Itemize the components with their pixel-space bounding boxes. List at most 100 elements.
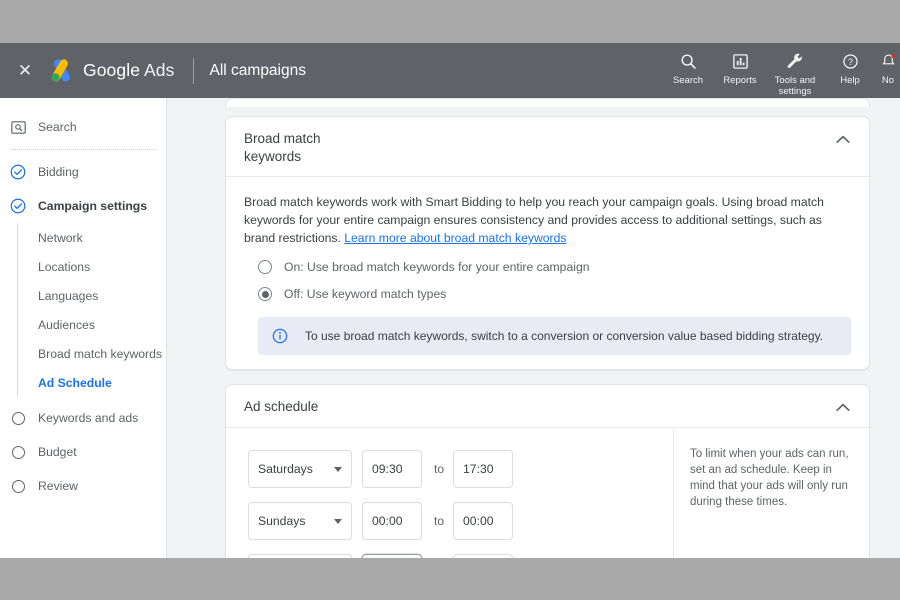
sidebar-subnav: Network Locations Languages Audiences Br…	[17, 223, 166, 397]
sidebar-keywords-and-ads-label: Keywords and ads	[38, 411, 139, 425]
sidebar-item-bidding[interactable]: Bidding	[0, 155, 166, 189]
day-select-sundays[interactable]: Sundays	[248, 502, 352, 540]
broad-match-keywords-card: Broad match keywords Broad match keyword…	[225, 116, 870, 370]
broad-match-card-body: Broad match keywords work with Smart Bid…	[226, 177, 869, 369]
chevron-down-icon	[334, 518, 342, 524]
broad-match-option-on-label: On: Use broad match keywords for your en…	[284, 260, 590, 274]
day-select-saturdays[interactable]: Saturdays	[248, 450, 352, 488]
ad-schedule-help-panel: To limit when your ads can run, set an a…	[673, 428, 869, 558]
ad-schedule-row: Saturdays 09:30 to 17:30	[248, 450, 673, 488]
sidebar-item-languages[interactable]: Languages	[18, 281, 166, 310]
page-title: All campaigns	[209, 61, 307, 79]
tools-and-settings-action[interactable]: Tools and settings	[766, 50, 824, 97]
google-ads-logo-icon	[48, 58, 74, 83]
notifications-bell-icon	[880, 50, 897, 72]
end-time-input-sundays[interactable]: 00:00	[453, 502, 514, 540]
empty-circle-icon	[7, 475, 29, 497]
broad-match-notice-text: To use broad match keywords, switch to a…	[305, 329, 824, 343]
brand-ads: Ads	[144, 60, 175, 80]
svg-text:?: ?	[848, 57, 853, 67]
search-action-label: Search	[672, 75, 704, 86]
radio-selected-icon	[258, 287, 272, 301]
sidebar-bidding-label: Bidding	[38, 165, 79, 179]
broad-match-card-header: Broad match keywords	[226, 117, 869, 177]
wrench-icon	[786, 50, 804, 72]
sidebar-item-review[interactable]: Review	[0, 469, 166, 503]
notifications-action[interactable]: No	[876, 50, 900, 86]
sidebar-item-locations[interactable]: Locations	[18, 252, 166, 281]
ad-schedule-row: Sundays 00:00 to 00:00	[248, 502, 673, 540]
info-circle-icon	[272, 328, 288, 344]
sidebar-item-network[interactable]: Network	[18, 223, 166, 252]
help-action-label: Help	[840, 75, 860, 86]
notifications-action-label: No	[881, 75, 895, 86]
sidebar-item-campaign-settings[interactable]: Campaign settings	[0, 189, 166, 223]
sidebar-locations-label: Locations	[38, 259, 91, 274]
sidebar-item-search[interactable]: Search	[0, 110, 166, 144]
check-circle-icon	[7, 161, 29, 183]
sidebar-broad-match-keywords-label: Broad match keywords	[38, 346, 162, 361]
broad-match-notice: To use broad match keywords, switch to a…	[258, 317, 851, 355]
broad-match-card-title: Broad match keywords	[244, 131, 321, 164]
broad-match-option-on[interactable]: On: Use broad match keywords for your en…	[244, 260, 851, 274]
ad-schedule-card: Ad schedule Saturdays 09:30 to 17:30 Sun…	[225, 384, 870, 558]
end-time-input-saturdays[interactable]: 17:30	[453, 450, 514, 488]
screenshot-viewport: ✕ Google Ads All campaigns Search Report…	[0, 0, 900, 600]
sidebar-dotted-divider	[12, 149, 156, 150]
sidebar-network-label: Network	[38, 230, 83, 245]
sidebar-budget-label: Budget	[38, 445, 77, 459]
empty-circle-icon	[7, 407, 29, 429]
radio-unselected-icon	[258, 260, 272, 274]
setup-sidebar: Search Bidding Campaign settings Network…	[0, 98, 167, 558]
google-ads-app: ✕ Google Ads All campaigns Search Report…	[0, 43, 900, 558]
chevron-down-icon	[334, 466, 342, 472]
brand-wordmark: Google Ads	[83, 60, 175, 81]
sidebar-search-label: Search	[38, 120, 77, 134]
start-time-input-sundays[interactable]: 00:00	[362, 502, 422, 540]
header-divider	[192, 57, 194, 84]
help-question-icon: ?	[842, 50, 859, 72]
day-select-value: Sundays	[258, 514, 306, 528]
sidebar-languages-label: Languages	[38, 288, 99, 303]
day-select-value: Saturdays	[258, 462, 313, 476]
app-body: Search Bidding Campaign settings Network…	[0, 98, 900, 558]
sidebar-audiences-label: Audiences	[38, 317, 95, 332]
previous-card-edge	[225, 98, 870, 107]
sidebar-item-ad-schedule[interactable]: Ad Schedule	[18, 368, 166, 397]
broad-match-description: Broad match keywords work with Smart Bid…	[244, 193, 844, 247]
reports-action-label: Reports	[723, 75, 757, 86]
ad-schedule-rows: Saturdays 09:30 to 17:30 Sundays 00:00 t…	[226, 428, 673, 558]
help-action[interactable]: ? Help	[824, 50, 876, 86]
search-action[interactable]: Search	[662, 50, 714, 86]
ad-schedule-body: Saturdays 09:30 to 17:30 Sundays 00:00 t…	[226, 428, 869, 558]
ad-schedule-card-title: Ad schedule	[244, 399, 319, 414]
learn-more-link[interactable]: Learn more about broad match keywords	[344, 231, 566, 245]
sidebar-review-label: Review	[38, 479, 78, 493]
close-button[interactable]: ✕	[8, 54, 42, 88]
broad-match-option-off[interactable]: Off: Use keyword match types	[244, 287, 851, 301]
app-header: ✕ Google Ads All campaigns Search Report…	[0, 43, 900, 98]
sidebar-item-keywords-and-ads[interactable]: Keywords and ads	[0, 401, 166, 435]
broad-match-option-off-label: Off: Use keyword match types	[284, 287, 447, 301]
sidebar-item-audiences[interactable]: Audiences	[18, 310, 166, 339]
sidebar-item-broad-match-keywords[interactable]: Broad match keywords	[18, 339, 166, 368]
check-circle-icon	[7, 195, 29, 217]
chevron-up-icon[interactable]	[835, 399, 851, 415]
to-label: to	[434, 462, 445, 476]
letterbox-top	[0, 0, 900, 43]
start-time-input-saturdays[interactable]: 09:30	[362, 450, 422, 488]
ad-schedule-help-text: To limit when your ads can run, set an a…	[690, 448, 849, 508]
sidebar-campaign-settings-label: Campaign settings	[38, 199, 148, 213]
empty-circle-icon	[7, 441, 29, 463]
reports-action[interactable]: Reports	[714, 50, 766, 86]
search-box-icon	[7, 116, 29, 138]
search-icon	[680, 50, 697, 72]
letterbox-bottom	[0, 558, 900, 600]
sidebar-ad-schedule-label: Ad Schedule	[38, 375, 112, 390]
sidebar-item-budget[interactable]: Budget	[0, 435, 166, 469]
to-label: to	[434, 514, 445, 528]
reports-chart-icon	[732, 50, 749, 72]
settings-content: Broad match keywords Broad match keyword…	[167, 98, 900, 558]
header-actions: Search Reports Tools and settings ? Help…	[662, 43, 900, 98]
chevron-up-icon[interactable]	[835, 131, 851, 147]
